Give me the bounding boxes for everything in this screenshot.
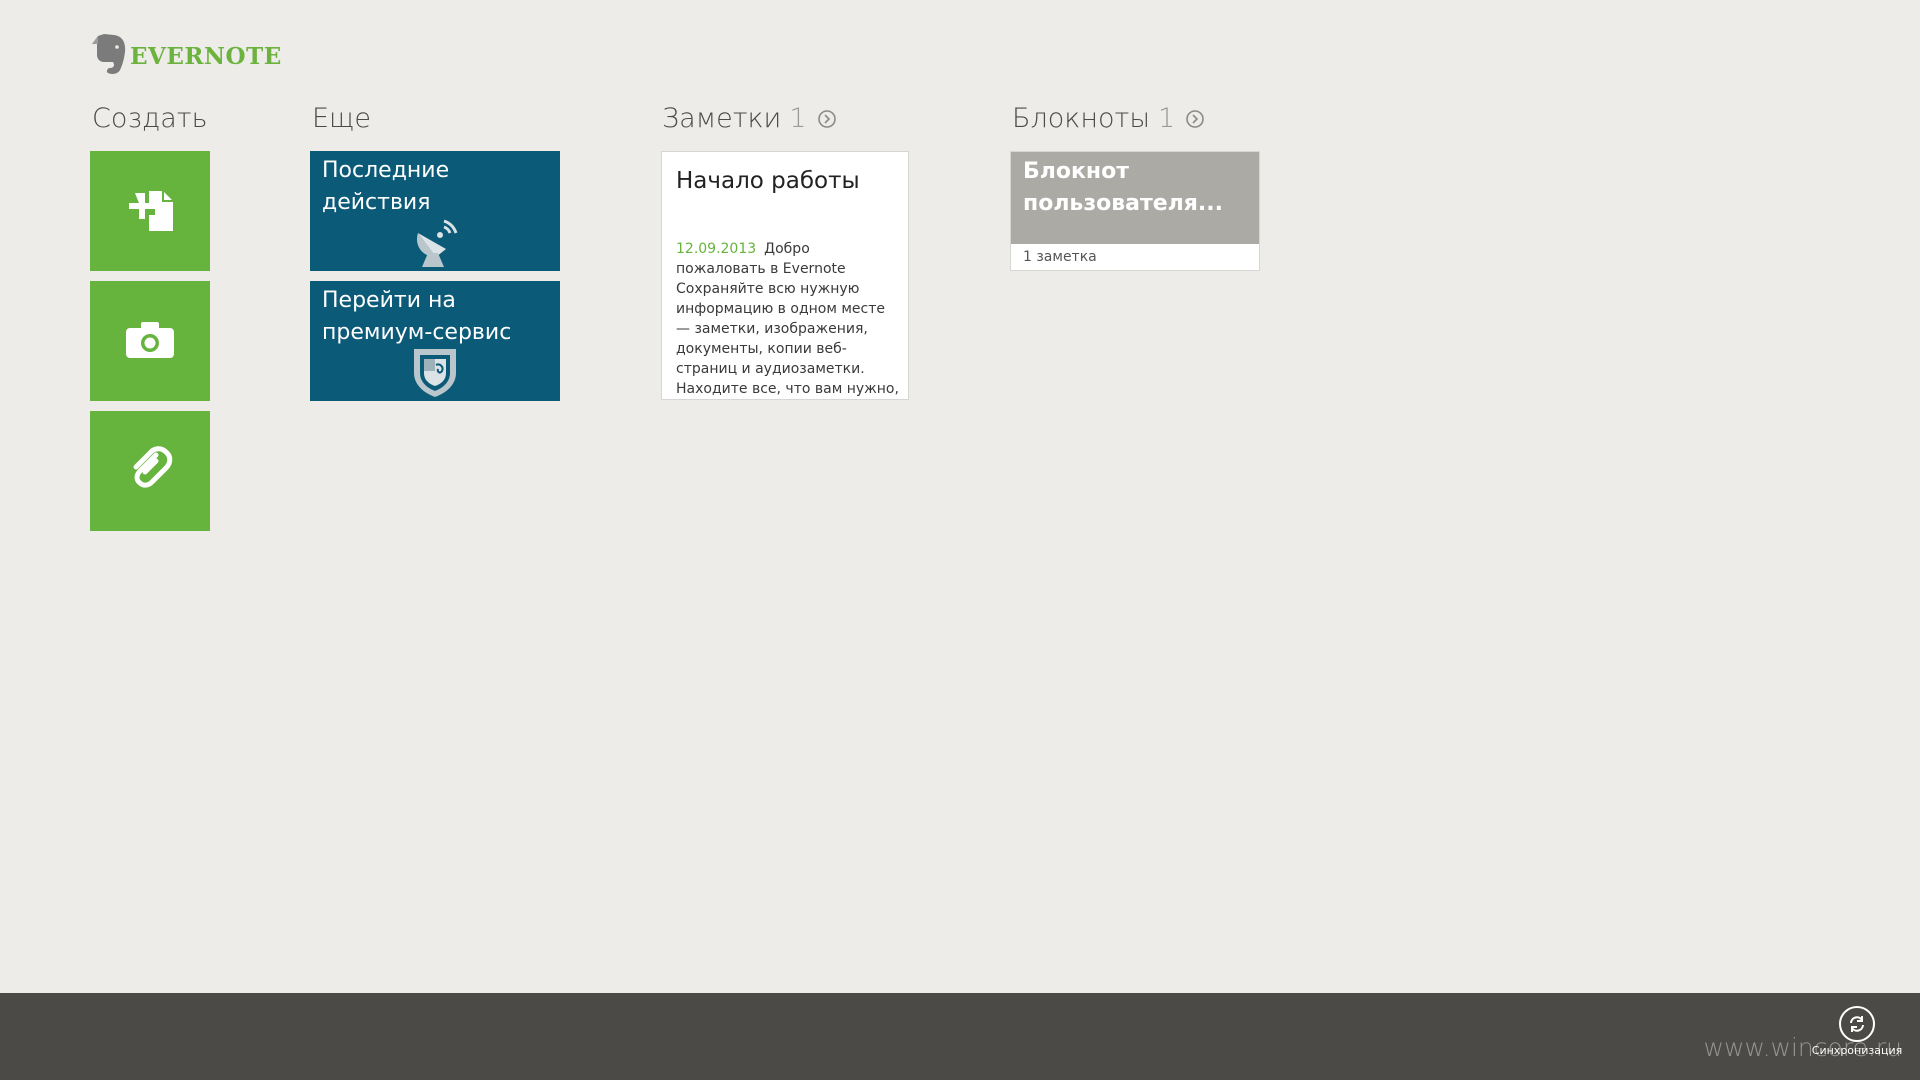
note-body-text: Добро пожаловать в Evernote Сохраняйте в…	[676, 241, 899, 397]
notebook-title: Блокнот пользователя...	[1011, 152, 1259, 244]
sync-button[interactable]: Синхронизация	[1812, 1006, 1902, 1057]
section-title-create: Создать	[92, 103, 208, 134]
sync-icon	[1839, 1006, 1875, 1042]
section-title-notes[interactable]: Заметки 1	[662, 103, 837, 134]
note-title: Начало работы	[676, 168, 860, 194]
attachment-icon	[126, 443, 174, 499]
elephant-icon	[90, 32, 128, 80]
camera-icon	[124, 318, 176, 364]
chevron-right-icon[interactable]	[817, 109, 837, 129]
premium-label: Перейти на премиум-сервис	[322, 288, 512, 345]
create-note-tile[interactable]	[90, 151, 210, 271]
section-title-more: Еще	[312, 103, 371, 134]
create-photo-tile[interactable]	[90, 281, 210, 401]
create-attachment-tile[interactable]	[90, 411, 210, 531]
note-preview: 12.09.2013 Добро пожаловать в Evernote Со…	[676, 239, 902, 399]
chevron-right-icon[interactable]	[1185, 109, 1205, 129]
notebook-note-count: 1 заметка	[1023, 249, 1097, 265]
notebook-card[interactable]: Блокнот пользователя... 1 заметка	[1010, 151, 1260, 271]
note-date: 12.09.2013	[676, 241, 757, 257]
section-title-more-label: Еще	[312, 103, 371, 134]
note-card[interactable]: Начало работы 12.09.2013 Добро пожаловать…	[661, 151, 909, 400]
notebooks-count: 1	[1157, 103, 1176, 134]
premium-tile[interactable]: Перейти на премиум-сервис	[310, 281, 560, 401]
recent-activity-label: Последние действия	[322, 158, 450, 215]
section-title-notes-label: Заметки	[662, 103, 782, 134]
satellite-dish-icon	[410, 213, 460, 271]
section-title-notebooks[interactable]: Блокноты 1	[1012, 103, 1205, 134]
logo-text: EVERNOTE	[130, 42, 282, 70]
sync-label: Синхронизация	[1811, 1044, 1903, 1057]
section-title-create-label: Создать	[92, 103, 208, 134]
notes-count: 1	[789, 103, 807, 134]
section-title-notebooks-label: Блокноты	[1012, 103, 1150, 134]
evernote-logo: EVERNOTE	[90, 32, 282, 80]
premium-badge-icon	[410, 343, 460, 401]
new-note-icon	[123, 185, 177, 237]
app-bar: www.wincore.ru Синхронизация	[0, 993, 1920, 1080]
recent-activity-tile[interactable]: Последние действия	[310, 151, 560, 271]
